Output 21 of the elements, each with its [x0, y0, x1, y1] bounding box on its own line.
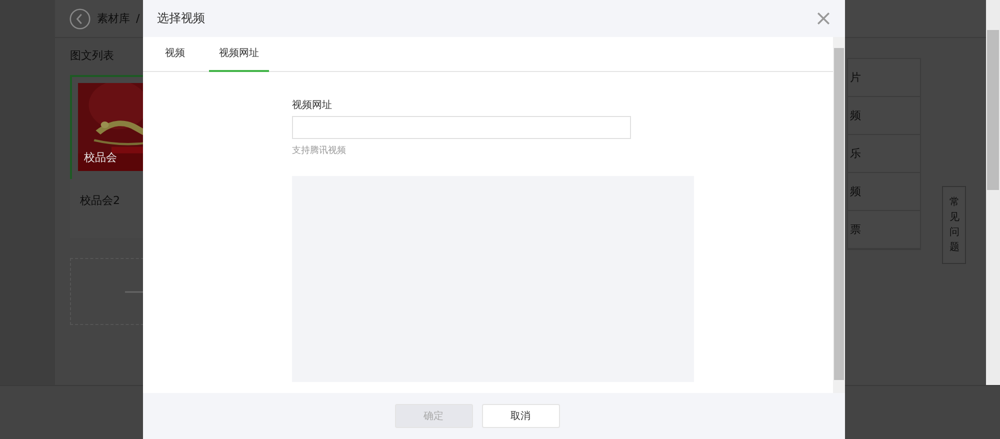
- url-field[interactable]: [292, 116, 631, 139]
- cancel-button[interactable]: 取消: [482, 404, 560, 428]
- article-caption: 校品会: [84, 150, 117, 165]
- section-title: 图文列表: [70, 48, 114, 63]
- side-menu-item[interactable]: 片: [848, 59, 920, 97]
- close-icon[interactable]: [817, 12, 830, 25]
- tab[interactable]: 视频: [155, 37, 195, 72]
- side-menu-item[interactable]: 频: [848, 97, 920, 135]
- scrollbar-thumb[interactable]: [987, 30, 999, 190]
- side-menu-item[interactable]: 票: [848, 211, 920, 249]
- tab[interactable]: 视频网址: [209, 37, 269, 72]
- help-button[interactable]: 常见问题: [942, 186, 966, 264]
- scrollbar-thumb[interactable]: [834, 48, 844, 380]
- side-menu-item[interactable]: 频: [848, 173, 920, 211]
- breadcrumb-link[interactable]: 素材库: [97, 11, 130, 26]
- field-hint: 支持腾讯视频: [292, 144, 347, 157]
- dialog-title: 选择视频: [157, 10, 205, 27]
- back-icon[interactable]: [69, 8, 91, 30]
- breadcrumb-separator: /: [136, 12, 140, 25]
- side-menu-item[interactable]: 乐: [848, 135, 920, 173]
- field-label: 视频网址: [292, 98, 333, 112]
